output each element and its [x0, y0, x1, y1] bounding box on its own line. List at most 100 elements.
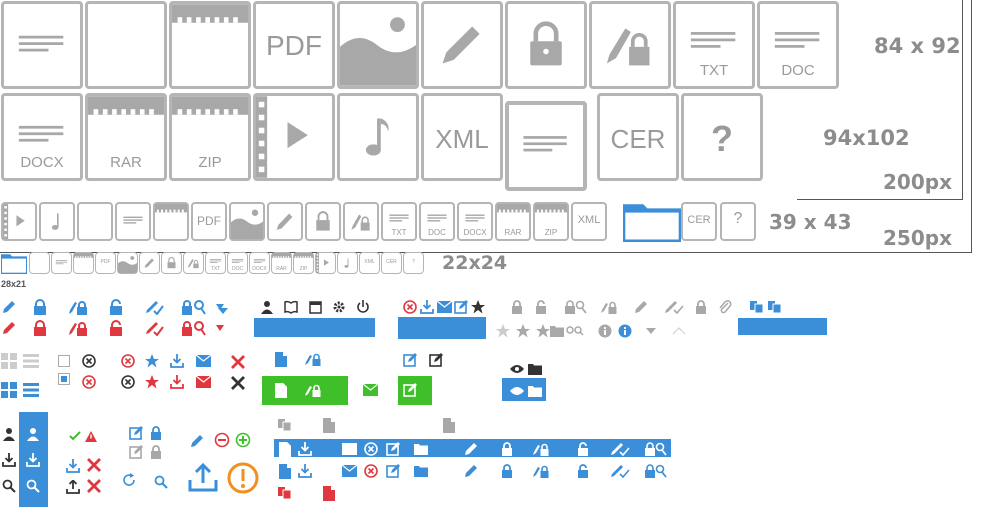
- tiny-tile-12[interactable]: ZIP: [293, 252, 314, 274]
- list-view-icon[interactable]: [22, 381, 40, 399]
- checkbox-icon[interactable]: [55, 352, 73, 370]
- mail-icon[interactable]: [194, 352, 212, 370]
- download-icon[interactable]: [168, 373, 186, 391]
- copy-icon[interactable]: [276, 416, 294, 434]
- lock-search-icon[interactable]: [644, 462, 668, 480]
- warning-icon[interactable]: [82, 427, 100, 445]
- star-icon[interactable]: [143, 373, 161, 391]
- add-icon[interactable]: [233, 430, 253, 450]
- file-tile-txt[interactable]: TXT: [673, 1, 755, 89]
- caret-up-icon[interactable]: [670, 322, 688, 340]
- search-icon[interactable]: [0, 477, 18, 495]
- file-tile-pdf[interactable]: PDF: [253, 1, 335, 89]
- user-icon[interactable]: [258, 298, 276, 316]
- pencil-icon[interactable]: [188, 432, 206, 450]
- edit-icon[interactable]: [384, 462, 402, 480]
- pencil-icon[interactable]: [632, 298, 650, 316]
- remove-icon[interactable]: [212, 430, 232, 450]
- paperclip-icon[interactable]: [716, 298, 734, 316]
- file-tile-image[interactable]: [337, 1, 419, 89]
- close-icon[interactable]: [228, 352, 248, 372]
- file-tile-audio[interactable]: [39, 202, 75, 241]
- info-icon[interactable]: [616, 322, 634, 340]
- star-icon[interactable]: [514, 322, 532, 340]
- file-tile-archive[interactable]: [153, 202, 189, 241]
- upload-icon[interactable]: [64, 478, 82, 496]
- file-tile-xml[interactable]: XML: [421, 93, 503, 181]
- tiny-tile-14[interactable]: [337, 252, 358, 274]
- edit-icon[interactable]: [127, 443, 145, 461]
- folder-icon[interactable]: [1, 252, 27, 274]
- pencil-icon[interactable]: [0, 319, 18, 337]
- sign-icon[interactable]: [608, 462, 632, 480]
- edit-icon[interactable]: [127, 424, 145, 442]
- file-tile-archive[interactable]: [169, 1, 251, 89]
- tiny-tile-2[interactable]: [73, 252, 94, 274]
- folder-tile-selected[interactable]: [623, 200, 681, 242]
- edit-icon[interactable]: [401, 381, 419, 399]
- tiny-tile-3[interactable]: PDF: [95, 252, 116, 274]
- calendar-icon[interactable]: [306, 298, 324, 316]
- mail-icon[interactable]: [194, 373, 212, 391]
- grid-view-icon[interactable]: [0, 381, 18, 399]
- file-tile-audio[interactable]: [337, 93, 419, 181]
- pencil-lock-icon[interactable]: [600, 298, 618, 316]
- unlock-icon[interactable]: [107, 319, 125, 337]
- search-icon[interactable]: [152, 473, 170, 491]
- tiny-tile-7[interactable]: [183, 252, 204, 274]
- pencil-lock-icon[interactable]: [532, 462, 550, 480]
- download-icon[interactable]: [296, 462, 314, 480]
- eye-icon[interactable]: [508, 360, 526, 378]
- copy-icon[interactable]: [766, 298, 784, 316]
- download-icon[interactable]: [0, 451, 18, 469]
- file-tile-video[interactable]: [253, 93, 335, 181]
- copy-icon[interactable]: [276, 484, 294, 502]
- copy-icon[interactable]: [748, 298, 766, 316]
- refresh-icon[interactable]: [120, 471, 138, 489]
- file-icon[interactable]: [276, 462, 294, 480]
- file-tile-cer[interactable]: CER: [597, 93, 679, 181]
- lock-search-icon[interactable]: [181, 298, 207, 316]
- caret-down-icon[interactable]: [214, 302, 232, 320]
- tiny-tile-13[interactable]: [315, 252, 336, 274]
- file-tile-edit[interactable]: [267, 202, 303, 241]
- folder-icon[interactable]: [526, 360, 544, 378]
- edit-icon[interactable]: [452, 298, 470, 316]
- mail-icon[interactable]: [340, 462, 358, 480]
- caret-down-icon[interactable]: [214, 323, 226, 333]
- edit-icon[interactable]: [384, 440, 402, 458]
- unlock-icon[interactable]: [532, 298, 550, 316]
- file-tile-edit-locked[interactable]: [343, 202, 379, 241]
- power-icon[interactable]: [354, 298, 372, 316]
- folder-icon[interactable]: [412, 440, 430, 458]
- file-icon[interactable]: [276, 440, 294, 458]
- file-tile-blank[interactable]: [77, 202, 113, 241]
- user-icon[interactable]: [0, 425, 18, 443]
- file-tile-pdf[interactable]: PDF: [191, 202, 227, 241]
- upload-icon[interactable]: [186, 460, 220, 494]
- file-tile-xml[interactable]: XML: [571, 202, 607, 241]
- search-icon[interactable]: [564, 322, 586, 340]
- cancel-icon[interactable]: [119, 352, 137, 370]
- file-tile-zip[interactable]: ZIP: [533, 202, 569, 241]
- tiny-tile-1[interactable]: [51, 252, 72, 274]
- pencil-lock-icon[interactable]: [302, 381, 324, 399]
- unlock-icon[interactable]: [574, 462, 592, 480]
- star-icon[interactable]: [469, 298, 487, 316]
- tiny-tile-10[interactable]: DOCX: [249, 252, 270, 274]
- lock-icon[interactable]: [508, 298, 526, 316]
- lock-icon[interactable]: [498, 462, 516, 480]
- file-tile-cer[interactable]: CER: [681, 202, 717, 241]
- pencil-icon[interactable]: [462, 440, 480, 458]
- cancel-icon[interactable]: [119, 373, 137, 391]
- lock-icon[interactable]: [31, 319, 49, 337]
- file-icon[interactable]: [272, 381, 290, 399]
- tiny-tile-0[interactable]: [29, 252, 50, 274]
- file-tile-zip[interactable]: ZIP: [169, 93, 251, 181]
- tiny-tile-9[interactable]: DOC: [227, 252, 248, 274]
- lock-icon[interactable]: [692, 298, 710, 316]
- file-icon[interactable]: [272, 350, 290, 368]
- close-icon[interactable]: [228, 373, 248, 393]
- pencil-icon[interactable]: [0, 298, 18, 316]
- download-icon[interactable]: [64, 457, 82, 475]
